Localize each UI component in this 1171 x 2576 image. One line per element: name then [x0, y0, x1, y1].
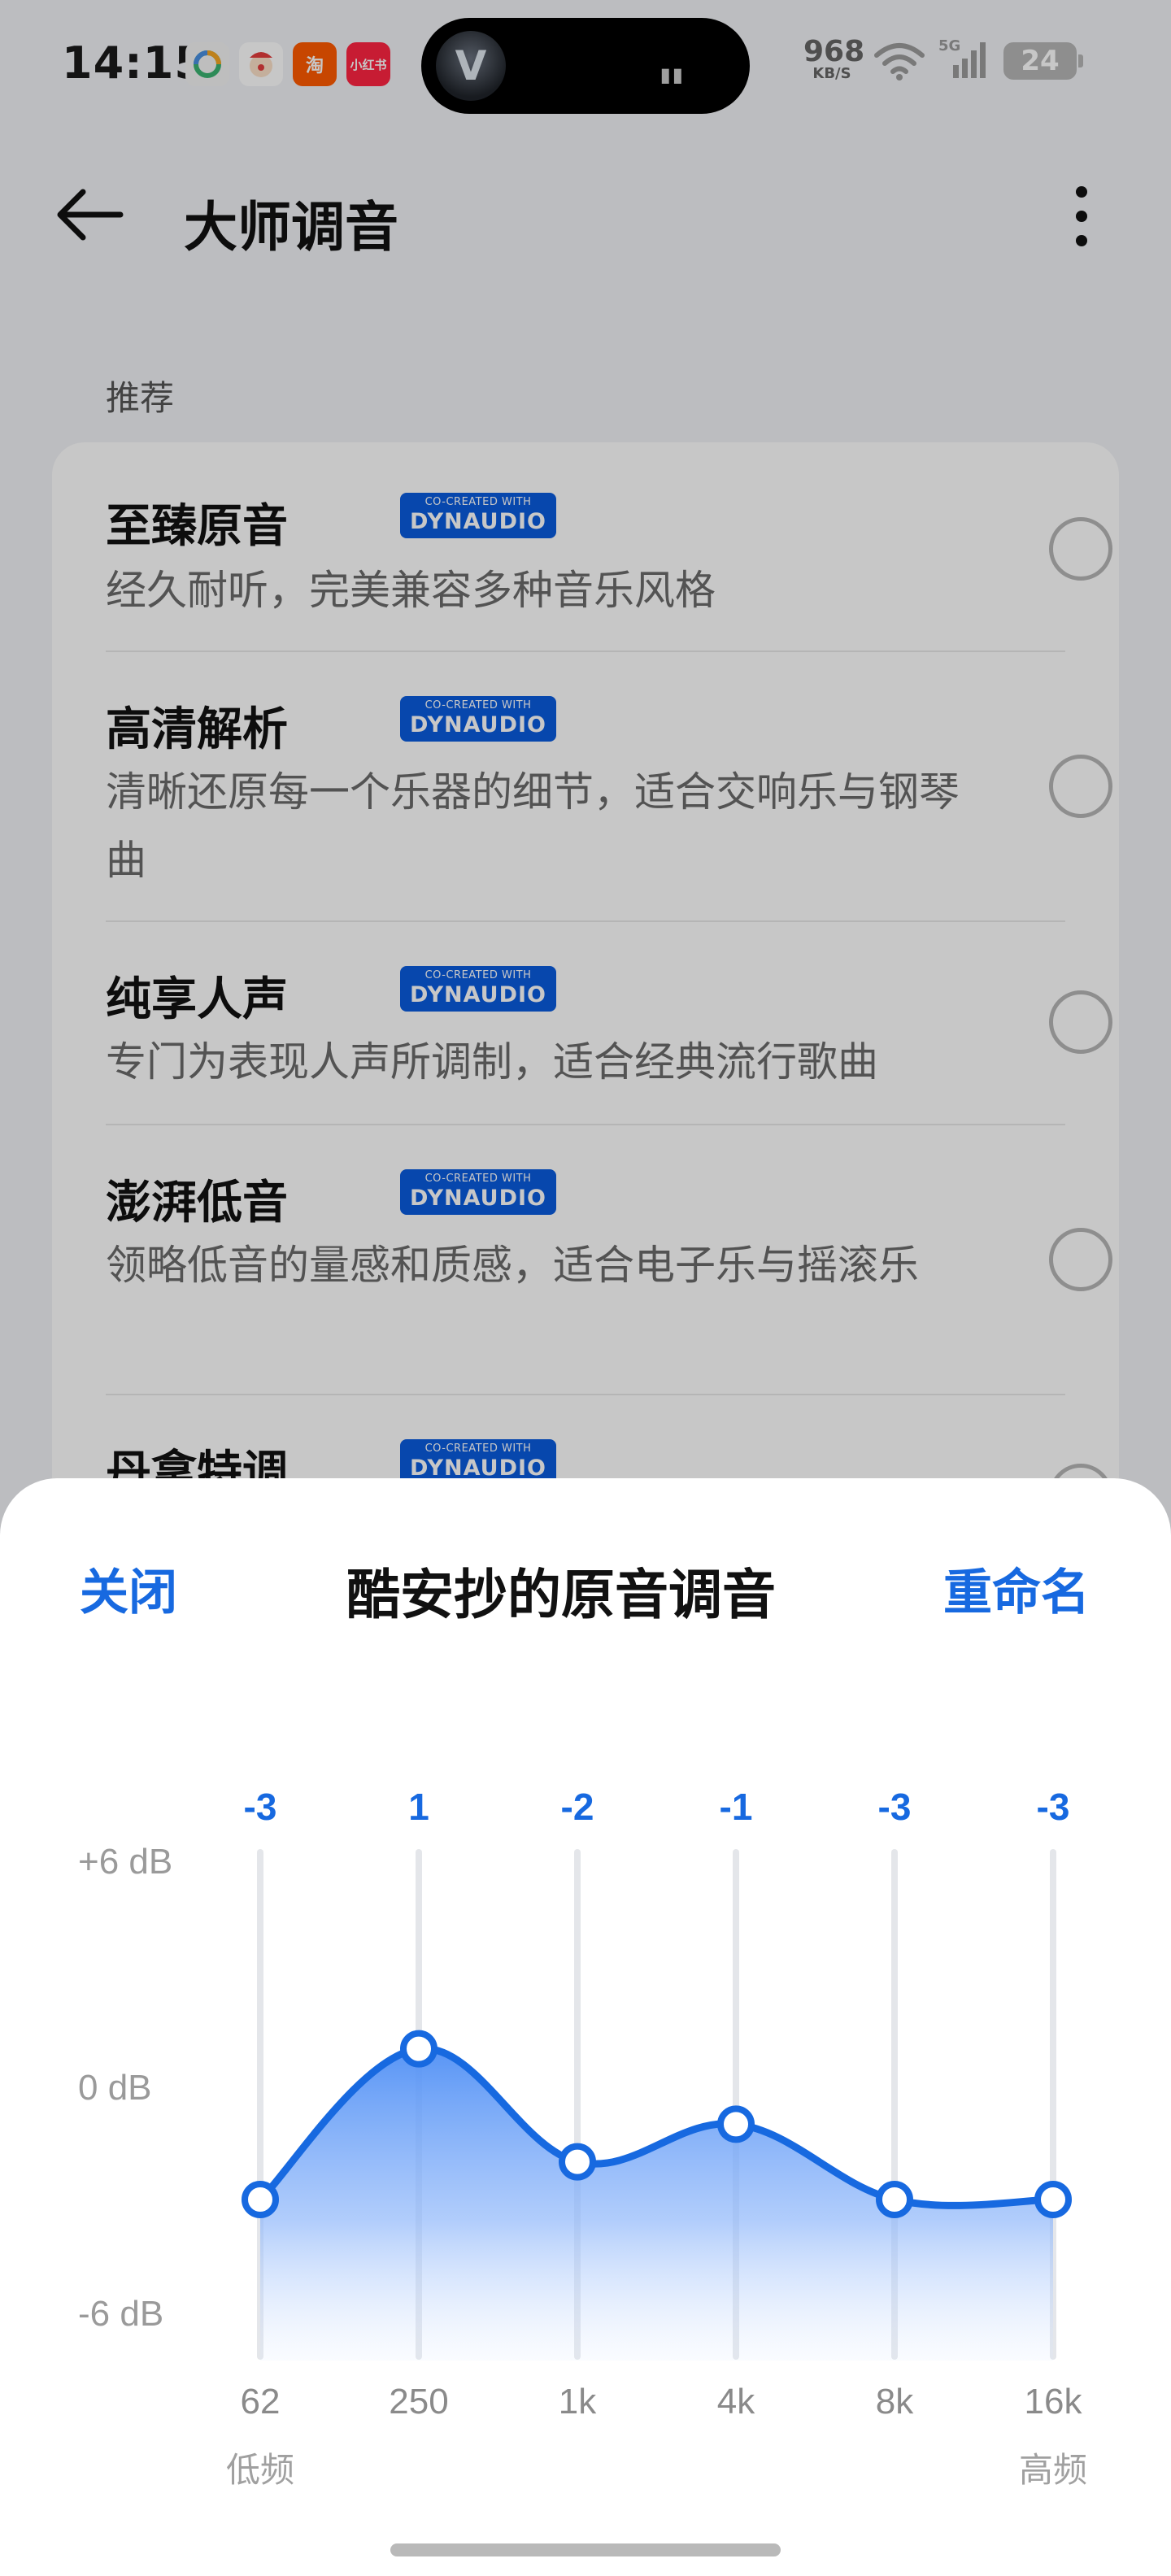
eq-value-label: -1 [720, 1786, 753, 1828]
high-frequency-label: 高频 [1019, 2450, 1087, 2490]
frequency-label: 250 [389, 2382, 448, 2422]
frequency-label: 1k [559, 2382, 597, 2422]
eq-value-label: 1 [408, 1786, 429, 1828]
eq-band-handle[interactable] [717, 2105, 755, 2143]
eq-value-label: -3 [878, 1786, 912, 1828]
custom-eq-sheet: 酷安抄的原音调音 关闭 重命名 +6 dB 0 dB -6 dB -3 62 1 250 -2… [0, 1478, 1171, 2576]
eq-band-handle[interactable] [876, 2181, 913, 2218]
eq-band-handle[interactable] [559, 2143, 596, 2181]
eq-band-handle[interactable] [400, 2030, 437, 2068]
frequency-label: 4k [717, 2382, 755, 2422]
home-indicator[interactable] [390, 2543, 781, 2556]
eq-value-label: -2 [561, 1786, 594, 1828]
frequency-label: 62 [241, 2382, 281, 2422]
y-tick-label: 0 dB [78, 2068, 152, 2108]
frequency-label: 16k [1025, 2382, 1083, 2422]
eq-band-handle[interactable] [242, 2181, 279, 2218]
frequency-label: 8k [876, 2382, 914, 2422]
eq-band-handle[interactable] [1034, 2181, 1072, 2218]
y-tick-label: +6 dB [78, 1842, 172, 1882]
eq-value-label: -3 [1037, 1786, 1070, 1828]
low-frequency-label: 低频 [226, 2450, 294, 2490]
equalizer-chart[interactable]: +6 dB 0 dB -6 dB -3 62 1 250 -2 1k -1 4k -3 8k -3 16k 低… [0, 1478, 1171, 2576]
eq-value-label: -3 [244, 1786, 277, 1828]
y-tick-label: -6 dB [78, 2294, 163, 2334]
